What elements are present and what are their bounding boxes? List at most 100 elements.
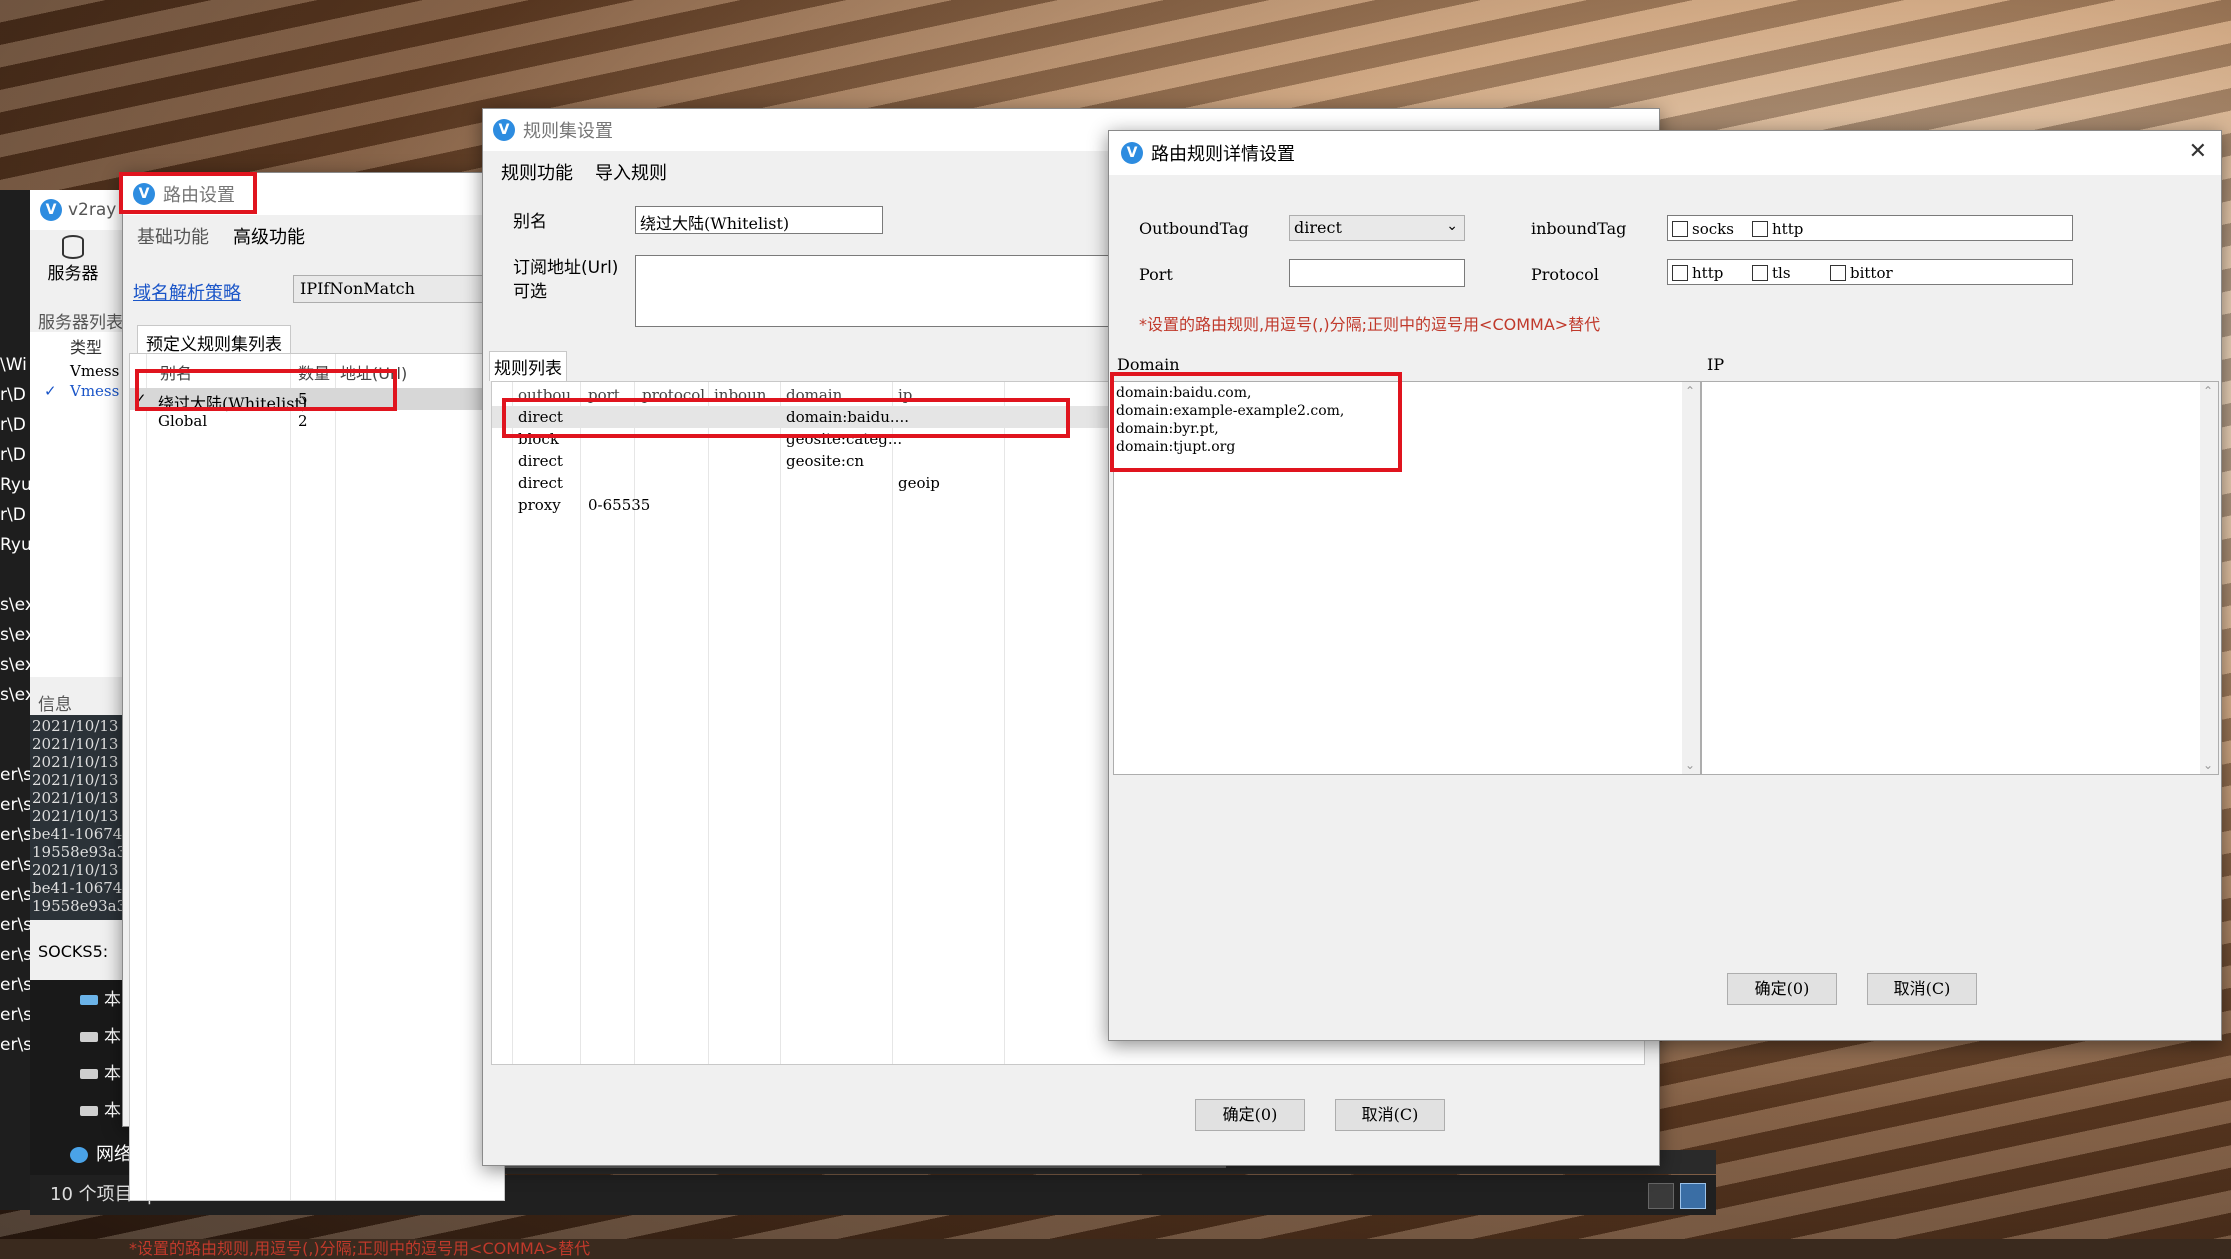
ruleset-title: 规则集设置 [523, 121, 613, 142]
port-input[interactable] [1289, 259, 1465, 287]
table-row[interactable]: Global 2 [130, 410, 504, 432]
checkbox-icon [1672, 221, 1688, 237]
ip-textarea[interactable]: ⌃ ⌄ [1701, 381, 2219, 775]
tree-item[interactable]: 本 [80, 1059, 121, 1084]
rule-domain: geosite:cn [786, 452, 865, 470]
explorer-row: er\s [0, 795, 30, 815]
rule-outbound: direct [518, 452, 563, 470]
explorer-row: er\s [0, 975, 30, 995]
tiles-view-button[interactable] [1680, 1183, 1706, 1209]
inbound-http-checkbox[interactable]: http [1752, 219, 1803, 239]
outbound-label: OutboundTag [1139, 219, 1249, 238]
protocol-options: http tls bittor [1667, 259, 2073, 285]
inbound-label: inboundTag [1531, 219, 1627, 238]
ruleset-ok-button[interactable]: 确定(0) [1195, 1099, 1305, 1131]
explorer-row: er\s [0, 945, 30, 965]
v2ray-title: v2ray [68, 200, 117, 220]
alias-input[interactable]: 绕过大陆(Whitelist) [635, 206, 883, 234]
tree-item[interactable]: 本 [80, 985, 121, 1010]
log-line: 19558e93a3 [32, 897, 125, 915]
explorer-row: er\s [0, 1005, 30, 1025]
explorer-row: Ryu [0, 535, 30, 555]
menu-rule-functions[interactable]: 规则功能 [501, 159, 573, 185]
row-alias: Global [158, 412, 208, 430]
explorer-row: er\s [0, 915, 30, 935]
protocol-http-checkbox[interactable]: http [1672, 263, 1723, 283]
highlight-whitelist-row [135, 369, 397, 411]
inbound-options: socks http [1667, 215, 2073, 241]
log-line: 2021/10/13 [32, 771, 119, 789]
server-row-type[interactable]: Vmess [70, 382, 119, 400]
protocol-label: Protocol [1531, 265, 1599, 284]
rule-detail-window: V 路由规则详情设置 ✕ OutboundTag direct ⌄ inboun… [1108, 130, 2222, 1041]
explorer-row: s\ex [0, 655, 30, 675]
explorer-row: s\ex [0, 685, 30, 705]
port-label: Port [1139, 265, 1173, 284]
checkbox-icon [1672, 265, 1688, 281]
tree-item[interactable]: 本 [80, 1022, 121, 1047]
log-line: 2021/10/13 [32, 753, 119, 771]
server-list: 类型 Vmess ✓ Vmess [30, 332, 125, 677]
drive-icon [80, 995, 98, 1005]
row-count: 2 [298, 412, 308, 430]
rule-port: 0-65535 [588, 496, 651, 514]
server-row-check: ✓ [44, 382, 57, 400]
close-icon[interactable]: ✕ [2189, 139, 2207, 164]
checkbox-icon [1830, 265, 1846, 281]
explorer-row: r\D [0, 505, 26, 525]
chevron-down-icon: ⌄ [1446, 218, 1458, 234]
ip-label: IP [1707, 355, 1725, 374]
scroll-up-arrow[interactable]: ⌃ [2203, 384, 2213, 398]
rule-outbound: proxy [518, 496, 561, 514]
preset-list-panel: 别名 数量 地址(Url) ✓ 绕过大陆(Whitelist) 5 Global… [129, 353, 505, 1201]
highlight-routing-title [119, 172, 257, 214]
v2ray-main-window: V v2ray 服务器 服务器列表 类型 Vmess ✓ Vmess 信息 20… [30, 190, 125, 980]
explorer-window: \Wi r\D r\D r\D Ryu r\D Ryu s\ex s\ex s\… [0, 190, 30, 1210]
protocol-tls-checkbox[interactable]: tls [1752, 263, 1791, 283]
domain-strategy-select[interactable]: IPIfNonMatch [293, 275, 513, 303]
explorer-row: er\s [0, 855, 30, 875]
tab-basic[interactable]: 基础功能 [137, 223, 209, 249]
outbound-select[interactable]: direct ⌄ [1289, 215, 1465, 241]
details-view-button[interactable] [1648, 1183, 1674, 1209]
server-row-type[interactable]: Vmess [70, 362, 119, 380]
v2ray-icon: V [40, 199, 62, 221]
scroll-down-arrow[interactable]: ⌄ [1685, 758, 1695, 772]
menu-import-rules[interactable]: 导入规则 [595, 159, 667, 185]
explorer-row: er\s [0, 765, 30, 785]
detail-title: 路由规则详情设置 [1151, 144, 1295, 165]
network-icon [70, 1147, 88, 1163]
drive-icon [80, 1032, 98, 1042]
highlight-domain-lines [1110, 372, 1402, 472]
server-button[interactable]: 服务器 [38, 235, 108, 295]
detail-ok-button[interactable]: 确定(0) [1727, 973, 1837, 1005]
protocol-bittor-checkbox[interactable]: bittor [1830, 263, 1893, 283]
explorer-row: er\s [0, 825, 30, 845]
info-label: 信息 [38, 695, 72, 715]
url-label: 订阅地址(Url) [513, 258, 619, 278]
explorer-left-column: \Wi r\D r\D r\D Ryu r\D Ryu s\ex s\ex s\… [0, 190, 30, 1090]
detail-titlebar: V 路由规则详情设置 ✕ [1109, 131, 2221, 175]
explorer-row: er\s [0, 885, 30, 905]
ip-scrollbar[interactable]: ⌃ ⌄ [2200, 382, 2218, 774]
v2ray-icon: V [493, 119, 515, 141]
log-line: 2021/10/13 [32, 807, 119, 825]
explorer-row: \Wi [0, 355, 27, 375]
detail-cancel-button[interactable]: 取消(C) [1867, 973, 1977, 1005]
rule-ip: geoip [898, 474, 940, 492]
tab-advanced[interactable]: 高级功能 [233, 223, 305, 249]
domain-strategy-link[interactable]: 域名解析策略 [133, 279, 241, 305]
database-icon [62, 235, 84, 259]
tree-item[interactable]: 本 [80, 1096, 121, 1121]
rule-list-tab[interactable]: 规则列表 [489, 351, 567, 381]
explorer-row: er\s [0, 1035, 30, 1055]
inbound-socks-checkbox[interactable]: socks [1672, 219, 1734, 239]
explorer-row: r\D [0, 385, 26, 405]
alias-label: 别名 [513, 212, 547, 232]
ruleset-cancel-button[interactable]: 取消(C) [1335, 1099, 1445, 1131]
scroll-down-arrow[interactable]: ⌄ [2203, 758, 2213, 772]
explorer-row: s\ex [0, 625, 30, 645]
scroll-up-arrow[interactable]: ⌃ [1685, 384, 1695, 398]
domain-scrollbar[interactable]: ⌃ ⌄ [1682, 382, 1700, 774]
tree-item-network[interactable]: 网络 [70, 1140, 132, 1166]
